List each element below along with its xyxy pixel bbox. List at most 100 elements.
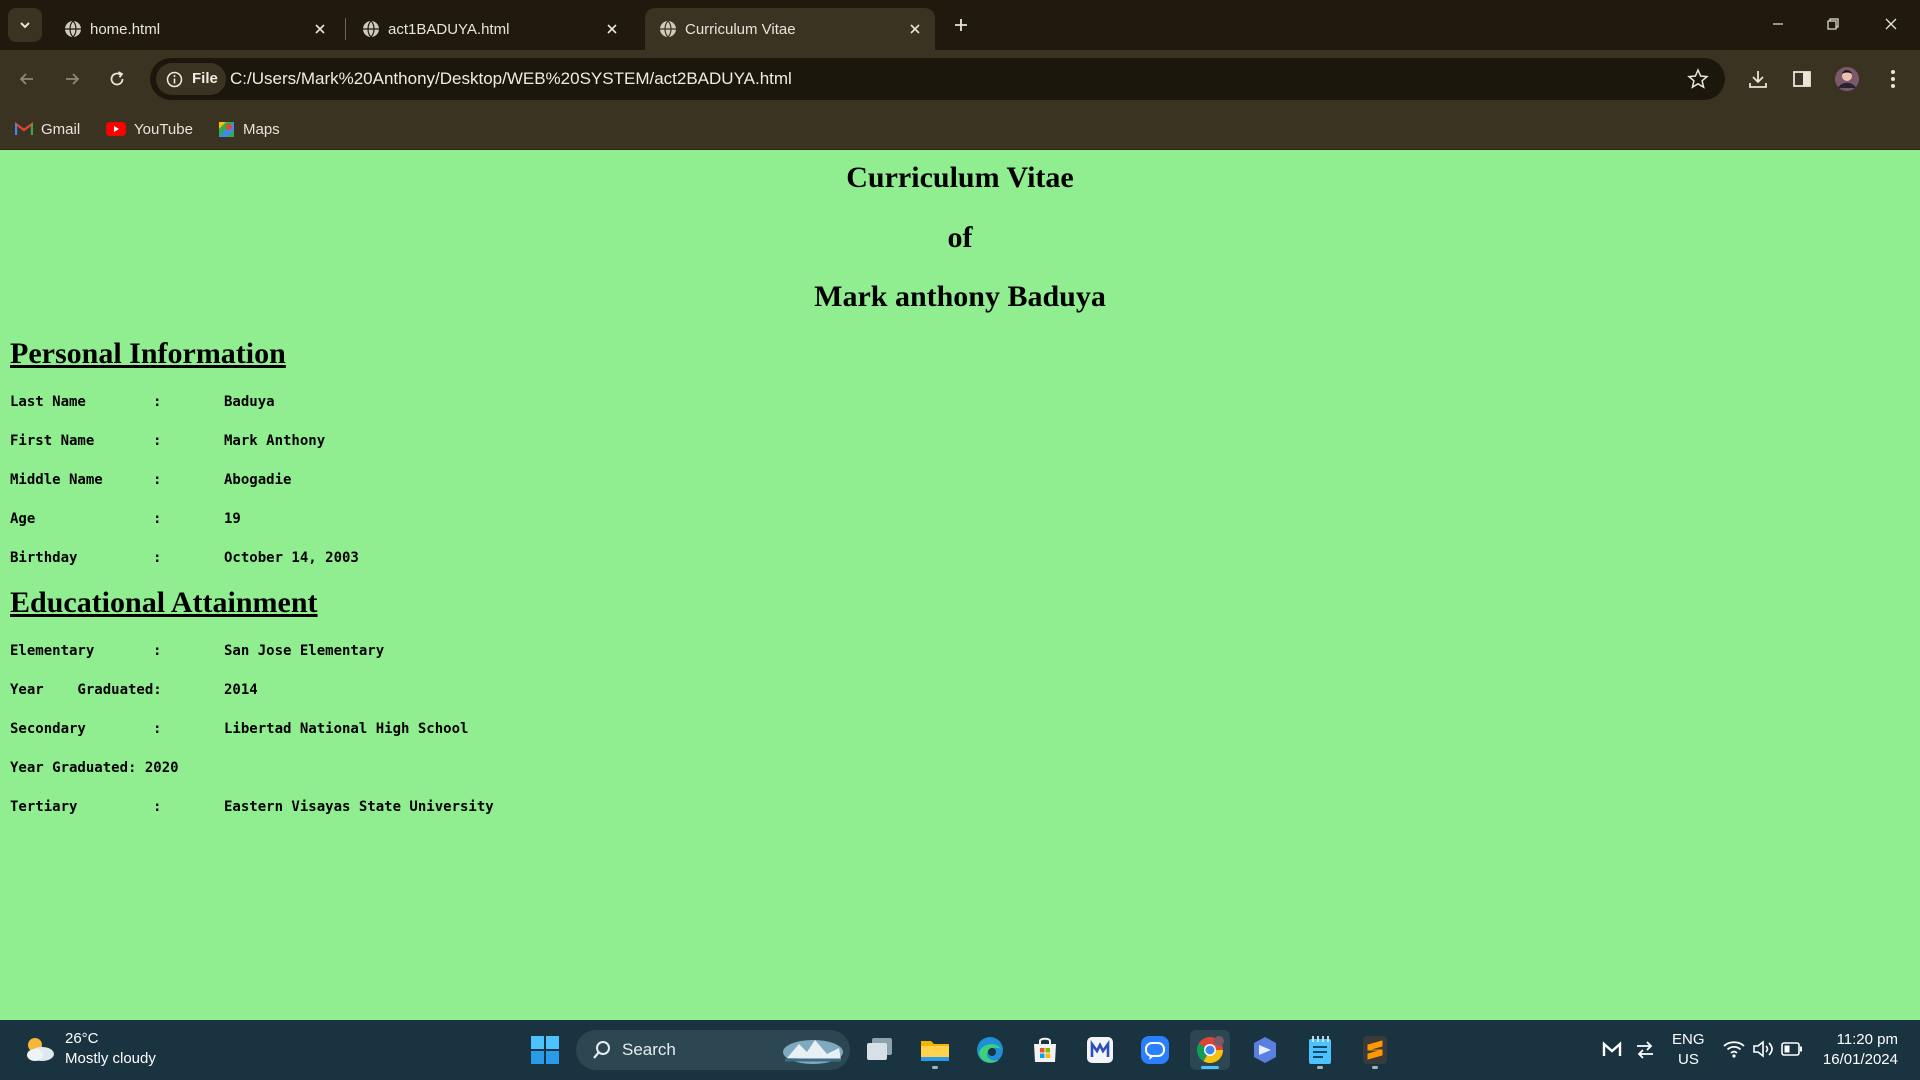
row-value: Eastern Visayas State University (224, 799, 494, 815)
tray-quick-settings[interactable] (1721, 1020, 1805, 1080)
bookmark-gmail[interactable]: Gmail (15, 117, 80, 141)
bookmarks-bar: Gmail YouTube Maps (0, 108, 1920, 150)
sublime-text-icon (1363, 1036, 1387, 1064)
download-icon (1749, 71, 1767, 88)
close-icon (1885, 18, 1897, 30)
tab-act1[interactable]: act1BADUYA.html (348, 8, 632, 50)
row-label: Middle Name (10, 472, 103, 488)
profile-button[interactable] (1832, 64, 1862, 94)
forward-button[interactable] (55, 62, 89, 96)
gmail-icon (15, 122, 33, 135)
taskbar-app-m[interactable] (1080, 1030, 1120, 1070)
downloads-button[interactable] (1743, 64, 1773, 94)
back-button[interactable] (10, 62, 44, 96)
restore-button[interactable] (1810, 6, 1856, 42)
chevron-down-icon (20, 22, 30, 29)
row-colon: : (153, 433, 162, 449)
m-tray-icon (1602, 1041, 1622, 1056)
wifi-icon (1723, 1041, 1745, 1058)
taskbar-edge[interactable] (970, 1030, 1010, 1070)
running-indicator (1201, 1066, 1219, 1069)
row-colon: : (153, 799, 162, 815)
row-colon: : (153, 721, 162, 737)
taskbar-notepad[interactable] (1300, 1030, 1340, 1070)
row-label: Secondary (10, 721, 86, 737)
start-button[interactable] (525, 1030, 565, 1070)
windows-icon (531, 1036, 559, 1064)
taskbar-search[interactable]: Search (576, 1030, 850, 1070)
taskbar-chrome[interactable] (1190, 1030, 1230, 1070)
tab-home[interactable]: home.html (50, 8, 340, 50)
row-label: First Name (10, 433, 95, 449)
row-value: October 14, 2003 (224, 550, 359, 566)
tray-gmail-app[interactable] (1600, 1020, 1624, 1080)
edge-icon (977, 1037, 1003, 1063)
bookmark-label: Gmail (41, 120, 81, 138)
chrome-icon (1196, 1036, 1224, 1064)
search-icon (593, 1041, 610, 1059)
side-panel-icon (1793, 71, 1811, 87)
tray-language[interactable]: ENG US (1666, 1020, 1712, 1080)
row-value: Libertad National High School (224, 721, 469, 737)
row-value: Abogadie (224, 472, 292, 488)
tab-title: act1BADUYA.html (388, 21, 510, 38)
url-text[interactable]: C:/Users/Mark%20Anthony/Desktop/WEB%20SY… (230, 69, 792, 89)
info-icon (166, 71, 183, 88)
row-label: Last Name (10, 394, 86, 410)
close-icon[interactable] (602, 19, 622, 39)
tray-connections[interactable] (1633, 1020, 1657, 1080)
search-label: Search (622, 1040, 676, 1059)
battery-icon (1781, 1042, 1802, 1056)
close-window-button[interactable] (1868, 6, 1914, 42)
reload-icon (110, 71, 124, 86)
notepad-icon (1309, 1036, 1331, 1064)
side-panel-button[interactable] (1787, 64, 1817, 94)
address-bar[interactable]: File C:/Users/Mark%20Anthony/Desktop/WEB… (150, 58, 1725, 100)
menu-button[interactable] (1878, 64, 1908, 94)
minimize-button[interactable] (1755, 6, 1801, 42)
row-value: San Jose Elementary (224, 643, 385, 659)
edu-row-tertiary: Tertiary : Eastern Visayas State Univers… (10, 799, 494, 879)
task-view-icon (867, 1038, 892, 1060)
tab-title: home.html (90, 21, 161, 38)
weather-widget[interactable]: 26°C Mostly cloudy (20, 1028, 170, 1072)
region-label: US (1678, 1051, 1699, 1068)
search-highlight-image (783, 1040, 843, 1064)
minimize-icon (1773, 23, 1783, 25)
close-icon[interactable] (905, 19, 925, 39)
reload-button[interactable] (100, 62, 134, 96)
row-colon: : (153, 511, 162, 527)
taskbar-microsoft-store[interactable] (1025, 1030, 1065, 1070)
row-value: 2014 (224, 682, 258, 698)
store-icon (1034, 1037, 1056, 1062)
folder-icon (921, 1041, 949, 1061)
site-info-chip[interactable]: File (156, 63, 226, 95)
taskbar-app-copilot[interactable] (1245, 1030, 1285, 1070)
close-icon[interactable] (310, 19, 330, 39)
restore-icon (1827, 18, 1839, 30)
weather-temp: 26°C (65, 1030, 99, 1047)
bookmark-label: YouTube (134, 120, 193, 138)
volume-icon (1753, 1040, 1773, 1058)
bookmark-maps[interactable]: Maps (218, 117, 280, 141)
new-tab-button[interactable] (944, 10, 978, 40)
taskbar: 26°C Mostly cloudy Search ENG US 11:20 p… (0, 1020, 1920, 1080)
tab-search-button[interactable] (8, 8, 42, 42)
page-title: Curriculum Vitae (846, 161, 1074, 194)
star-icon[interactable] (1687, 68, 1709, 90)
more-vertical-icon (1891, 70, 1895, 88)
taskbar-sublime-text[interactable] (1355, 1030, 1395, 1070)
bookmark-youtube[interactable]: YouTube (106, 117, 193, 141)
tab-curriculum-vitae[interactable]: Curriculum Vitae (645, 8, 935, 50)
taskbar-file-explorer[interactable] (915, 1030, 955, 1070)
language-label: ENG (1672, 1031, 1705, 1048)
row-label: Elementary (10, 643, 95, 659)
tray-clock[interactable]: 11:20 pm 16/01/2024 (1814, 1020, 1910, 1080)
arrows-icon (1637, 1041, 1653, 1059)
row-label: Year Graduated: 2020 (10, 760, 179, 776)
task-view-button[interactable] (860, 1030, 900, 1070)
plus-icon (955, 19, 967, 31)
running-indicator (932, 1066, 938, 1069)
taskbar-chat-app[interactable] (1135, 1030, 1175, 1070)
row-label: Tertiary (10, 799, 78, 815)
